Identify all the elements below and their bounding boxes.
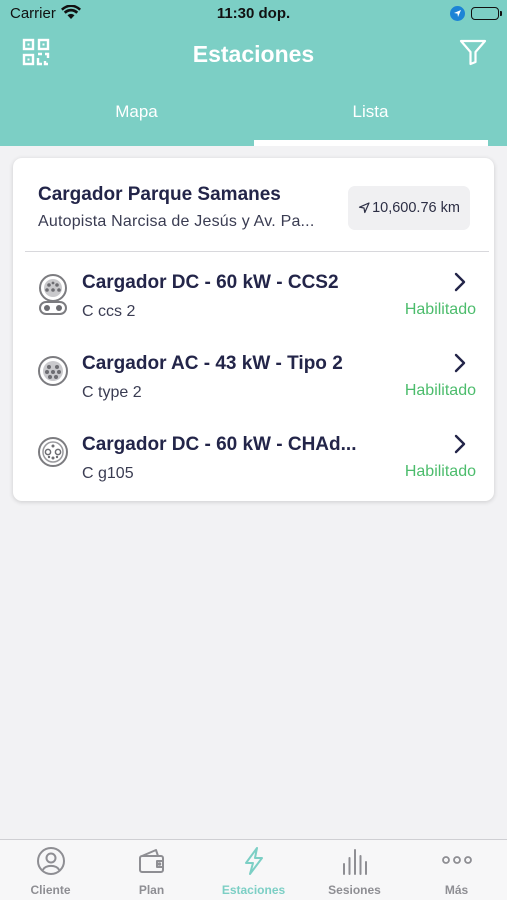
wallet-icon (139, 849, 164, 873)
charger-row[interactable]: Cargador AC - 43 kW - Tipo 2 C type 2 Ha… (13, 335, 494, 416)
charger-row[interactable]: Cargador DC - 60 kW - CCS2 C ccs 2 Habil… (13, 254, 494, 335)
distance-value: 10,600.76 km (372, 200, 460, 216)
tab-estaciones[interactable]: Estaciones (203, 840, 304, 900)
more-icon (442, 856, 472, 864)
user-icon (37, 847, 65, 875)
battery-icon (471, 7, 499, 20)
ccs2-connector-icon (39, 274, 67, 315)
station-name: Cargador Parque Samanes (38, 184, 281, 205)
type2-connector-icon (38, 356, 68, 386)
active-tab-indicator (254, 140, 488, 146)
status-badge: Habilitado (404, 382, 476, 399)
status-time: 11:30 dop. (216, 5, 291, 22)
bottom-tab-bar: Cliente Plan Estaciones Sesiones Más (0, 839, 507, 900)
page-title: Estaciones (192, 41, 315, 67)
tabbar-label: Cliente (30, 883, 71, 897)
location-services-icon (450, 6, 465, 21)
charger-name: Cargador DC - 60 kW - CCS2 (82, 272, 339, 293)
station-address: Autopista Narcisa de Jesús y Av. Pa... (38, 213, 315, 230)
tab-lista[interactable]: Lista (254, 102, 487, 122)
chademo-connector-icon (38, 437, 68, 467)
charger-name: Cargador DC - 60 kW - CHAd... (82, 434, 357, 455)
battery-tip (500, 11, 502, 16)
status-bar: Carrier 11:30 dop. (0, 0, 507, 30)
bars-icon (343, 849, 367, 875)
distance-badge: 10,600.76 km (348, 186, 470, 230)
chevron-right-icon (454, 353, 466, 373)
charger-code: C type 2 (82, 384, 142, 401)
status-badge: Habilitado (404, 463, 476, 480)
tab-plan[interactable]: Plan (101, 840, 202, 900)
status-badge: Habilitado (404, 301, 476, 318)
chevron-right-icon (454, 434, 466, 454)
card-divider (25, 251, 489, 252)
charger-code: C ccs 2 (82, 303, 136, 320)
navigation-arrow-icon (358, 202, 370, 214)
tab-mas[interactable]: Más (406, 840, 507, 900)
charger-row[interactable]: Cargador DC - 60 kW - CHAd... C g105 Hab… (13, 416, 494, 497)
tabbar-label: Plan (138, 883, 165, 897)
tab-mapa[interactable]: Mapa (20, 102, 253, 122)
charger-name: Cargador AC - 43 kW - Tipo 2 (82, 353, 343, 374)
tabbar-label: Sesiones (328, 883, 381, 897)
tab-cliente[interactable]: Cliente (0, 840, 101, 900)
header: Carrier 11:30 dop. Estaciones Mapa Lista (0, 0, 507, 146)
tab-sesiones[interactable]: Sesiones (304, 840, 405, 900)
charger-code: C g105 (82, 465, 134, 482)
lightning-icon (245, 847, 263, 875)
chevron-right-icon (454, 272, 466, 292)
tabbar-label: Estaciones (221, 883, 286, 897)
station-card[interactable]: Cargador Parque Samanes Autopista Narcis… (13, 158, 494, 501)
tabbar-label: Más (444, 883, 469, 897)
filter-icon[interactable] (459, 38, 487, 66)
